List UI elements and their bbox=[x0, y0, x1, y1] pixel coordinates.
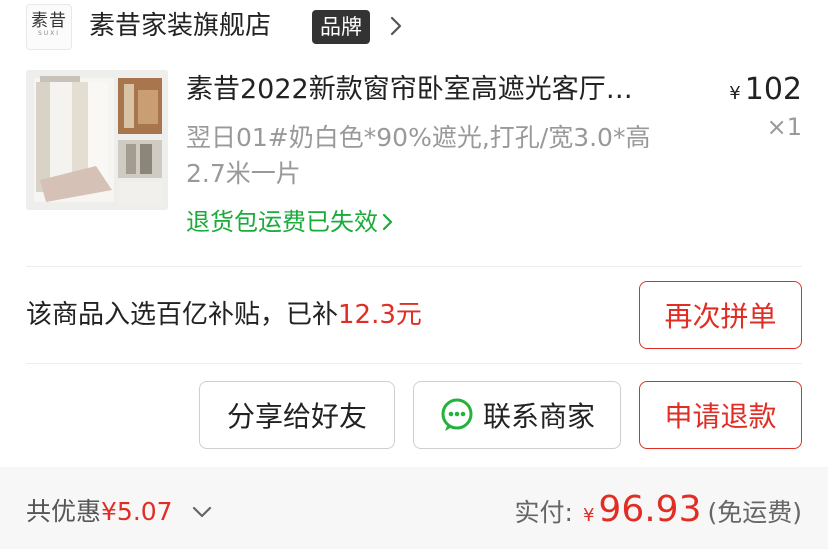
refund-button[interactable]: 申请退款 bbox=[639, 381, 802, 449]
product-title[interactable]: 素昔2022新款窗帘卧室高遮光客厅… bbox=[186, 72, 686, 108]
curtain-photo-image bbox=[26, 70, 168, 210]
divider bbox=[26, 363, 802, 364]
return-shipping-text: 退货包运费已失效 bbox=[186, 208, 378, 236]
paid-total: 实付: ¥96.93 (免运费) bbox=[515, 488, 802, 538]
price-value: 102 bbox=[744, 72, 802, 107]
product-spec: 翌日01#奶白色*90%遮光,打孔/宽3.0*高 2.7米一片 bbox=[186, 120, 706, 192]
discount-value: ¥5.07 bbox=[101, 497, 173, 526]
contact-seller-label: 联系商家 bbox=[482, 400, 595, 433]
brand-badge: 品牌 bbox=[312, 10, 370, 44]
subsidy-text: 该商品入选百亿补贴，已补12.3元 bbox=[26, 297, 422, 333]
chevron-right-icon[interactable] bbox=[388, 14, 404, 38]
spec-line: 2.7米一片 bbox=[186, 159, 301, 188]
discount-summary[interactable]: 共优惠¥5.07 bbox=[26, 494, 173, 530]
product-quantity: ×1 bbox=[766, 113, 802, 141]
product-image[interactable] bbox=[26, 70, 168, 210]
shop-logo-subtext: SUXI bbox=[37, 30, 61, 37]
divider bbox=[26, 266, 802, 267]
shop-logo-text: 素昔 bbox=[31, 11, 67, 31]
product-price: ¥102 bbox=[700, 72, 802, 112]
shop-logo[interactable]: 素昔 SUXI bbox=[26, 4, 72, 50]
reorder-button[interactable]: 再次拼单 bbox=[639, 281, 802, 349]
chevron-down-icon[interactable] bbox=[191, 502, 213, 522]
subsidy-label: 该商品入选百亿补贴，已补 bbox=[26, 300, 339, 330]
share-button[interactable]: 分享给好友 bbox=[199, 381, 395, 449]
price-currency: ¥ bbox=[729, 83, 741, 104]
shop-name[interactable]: 素昔家装旗舰店 bbox=[89, 8, 271, 44]
shipping-note: (免运费) bbox=[707, 498, 802, 527]
discount-label: 共优惠 bbox=[26, 497, 102, 526]
paid-amount: 96.93 bbox=[598, 489, 702, 530]
chat-icon bbox=[441, 398, 473, 431]
return-shipping-link[interactable]: 退货包运费已失效 bbox=[186, 205, 395, 239]
paid-label: 实付: bbox=[514, 498, 573, 527]
paid-currency: ¥ bbox=[582, 505, 595, 526]
contact-seller-button[interactable]: 联系商家 bbox=[413, 381, 621, 449]
spec-line: 翌日01#奶白色*90%遮光,打孔/宽3.0*高 bbox=[186, 123, 651, 152]
subsidy-amount: 12.3元 bbox=[338, 300, 422, 330]
chevron-right-icon bbox=[382, 213, 393, 231]
